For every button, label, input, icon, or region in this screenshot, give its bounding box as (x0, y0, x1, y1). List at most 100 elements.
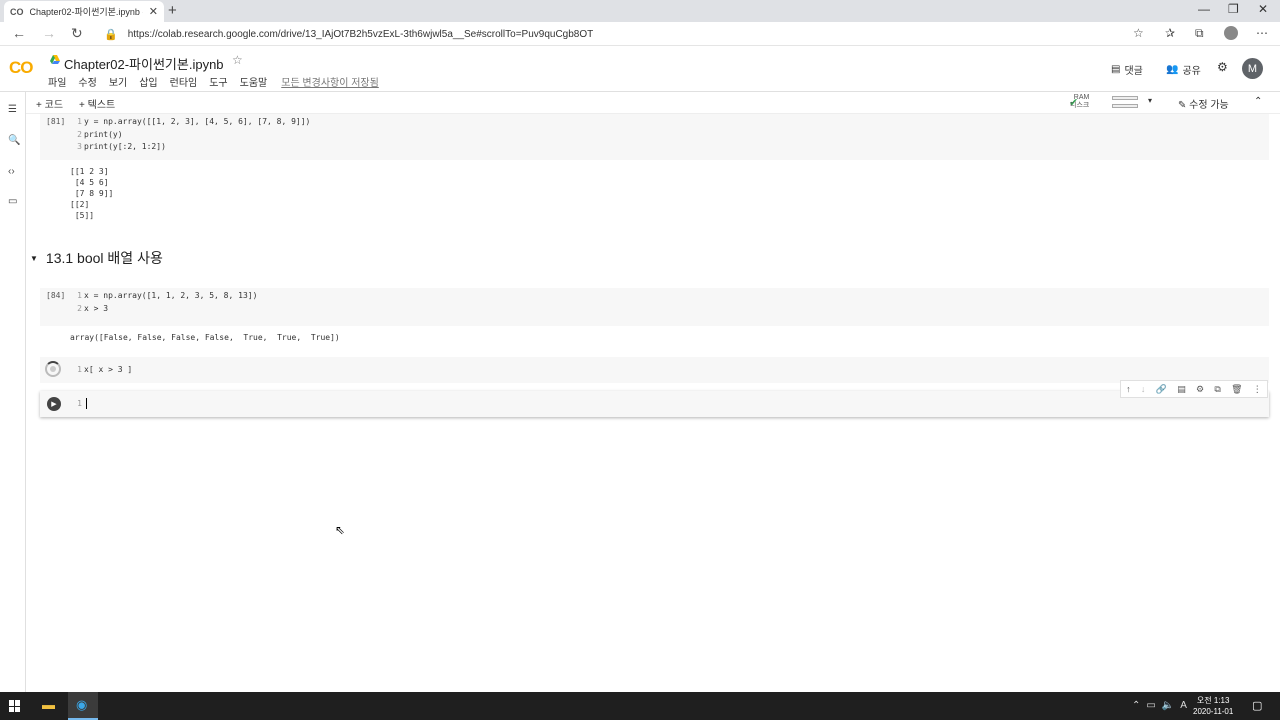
collections-icon[interactable]: ⧉ (1195, 26, 1204, 41)
add-text-button[interactable]: + 텍스트 (79, 96, 115, 111)
code-line: x = np.array([1, 1, 2, 3, 5, 8, 13]) (84, 291, 258, 300)
files-folder-icon[interactable]: ▭ (8, 196, 17, 207)
bookmark-star-icon[interactable]: ☆ (1133, 26, 1144, 40)
table-of-contents-icon[interactable]: ☰ (8, 104, 17, 115)
mouse-cursor-icon: ⇖ (335, 523, 346, 537)
close-tab-icon[interactable]: ✕ (149, 5, 158, 18)
share-people-icon: 👥 (1166, 64, 1179, 75)
share-button[interactable]: 👥 공유 (1166, 62, 1201, 77)
code-snippets-icon[interactable]: ‹› (8, 166, 15, 177)
menu-view[interactable]: 보기 (109, 74, 127, 89)
collapse-header-icon[interactable]: ⌃ (1254, 96, 1262, 107)
file-explorer-icon[interactable]: ▬ (42, 697, 55, 712)
menu-edit[interactable]: 수정 (78, 74, 96, 89)
edit-mode-button[interactable]: ✎ 수정 가능 (1178, 96, 1229, 111)
disk-label: 디스크 (1070, 102, 1090, 109)
code-line: x[ x > 3 ] (84, 365, 133, 374)
section-heading[interactable]: ▼ 13.1 bool 배열 사용 (30, 248, 163, 268)
forward-icon[interactable]: → (42, 25, 56, 41)
mirror-cell-icon[interactable]: ⧉ (1214, 384, 1220, 395)
comment-icon: ▤ (1111, 64, 1121, 75)
url-text: https://colab.research.google.com/drive/… (127, 28, 594, 40)
text-cursor (86, 398, 87, 409)
minimize-icon[interactable]: — (1198, 2, 1210, 16)
account-avatar[interactable]: M (1242, 58, 1263, 79)
delete-icon[interactable]: 🗑 (1231, 384, 1242, 395)
windows-taskbar: ▬ ◉ ⌃ ▭ 🔈 A 오전 1:13 2020-11-01 ▢ (0, 692, 1280, 720)
code-line: x > 3 (84, 303, 109, 313)
ram-bar (1112, 96, 1138, 100)
network-icon[interactable]: ▭ (1146, 700, 1155, 711)
left-sidebar: ☰ 🔍 ‹› ▭ (0, 92, 26, 692)
star-icon[interactable]: ☆ (232, 53, 243, 67)
running-spinner-icon[interactable] (45, 361, 61, 377)
browser-menu-icon[interactable]: ⋯ (1256, 26, 1268, 40)
run-cell-button[interactable]: ▶ (47, 397, 61, 411)
move-down-icon[interactable]: ↓ (1141, 384, 1146, 394)
cell-settings-icon[interactable]: ⚙ (1196, 384, 1204, 395)
clock-time: 오전 1:13 (1196, 696, 1230, 705)
windows-start-icon[interactable] (9, 700, 21, 712)
execution-count: [84] (46, 291, 66, 300)
menu-file[interactable]: 파일 (48, 74, 66, 89)
code-cell[interactable]: 1 x[ x > 3 ] (40, 357, 1269, 383)
browser-tabbar: CO Chapter02-파이썬기본.ipynb - C ✕ + — ❐ ✕ (0, 0, 1280, 22)
notebook-title[interactable]: Chapter02-파이썬기본.ipynb (64, 54, 224, 73)
resource-dropdown-icon[interactable]: ▾ (1148, 96, 1152, 105)
link-icon[interactable]: 🔗 (1156, 384, 1167, 395)
comment-icon[interactable]: ▤ (1177, 384, 1186, 395)
colab-header: CO Chapter02-파이썬기본.ipynb ☆ 파일 수정 보기 삽입 런… (0, 46, 1280, 92)
volume-icon[interactable]: 🔈 (1162, 700, 1174, 711)
browser-tab[interactable]: CO Chapter02-파이썬기본.ipynb - C ✕ (4, 1, 164, 22)
cell-output: array([False, False, False, False, True,… (70, 333, 340, 342)
heading-text: 13.1 bool 배열 사용 (45, 250, 163, 266)
menu-bar: 파일 수정 보기 삽입 런타임 도구 도움말 모든 변경사항이 저장됨 (48, 74, 379, 89)
share-label: 공유 (1182, 66, 1201, 77)
notebook-toolbar: + 코드 + 텍스트 ✔ RAM 디스크 ▾ ✎ 수정 가능 ⌃ (26, 92, 1280, 114)
favorites-icon[interactable]: ✰ (1165, 26, 1175, 40)
code-editor[interactable]: 1x = np.array([1, 1, 2, 3, 5, 8, 13]) 2x… (74, 290, 257, 315)
code-editor[interactable]: 1y = np.array([[1, 2, 3], [4, 5, 6], [7,… (74, 116, 310, 154)
code-cell[interactable]: [84] 1x = np.array([1, 1, 2, 3, 5, 8, 13… (40, 288, 1269, 326)
ime-indicator[interactable]: A (1180, 700, 1187, 711)
add-code-button[interactable]: + 코드 (36, 96, 63, 111)
move-up-icon[interactable]: ↑ (1126, 384, 1131, 394)
disk-bar (1112, 104, 1138, 108)
ram-label: RAM (1073, 94, 1090, 101)
settings-gear-icon[interactable]: ⚙ (1217, 60, 1228, 74)
menu-runtime[interactable]: 런타임 (170, 74, 198, 89)
tab-title: Chapter02-파이썬기본.ipynb - C (29, 7, 143, 17)
address-bar: ← → ↻ 🔒 https://colab.research.google.co… (0, 22, 1280, 46)
resource-monitor[interactable]: RAM 디스크 (1070, 94, 1089, 110)
saved-status[interactable]: 모든 변경사항이 저장됨 (281, 74, 379, 89)
window-close-icon[interactable]: ✕ (1258, 2, 1268, 16)
edit-mode-label: 수정 가능 (1189, 100, 1229, 111)
restore-icon[interactable]: ❐ (1228, 2, 1239, 16)
comment-label: 댓글 (1124, 66, 1143, 77)
more-options-icon[interactable]: ⋮ (1253, 384, 1262, 395)
code-cell-active[interactable]: ▶ 1 (40, 391, 1269, 417)
menu-tools[interactable]: 도구 (209, 74, 227, 89)
code-editor[interactable]: 1 (74, 398, 87, 411)
profile-icon[interactable] (1224, 26, 1238, 40)
comment-button[interactable]: ▤ 댓글 (1111, 62, 1143, 77)
search-icon[interactable]: 🔍 (8, 135, 20, 146)
taskbar-clock[interactable]: 오전 1:13 2020-11-01 (1193, 695, 1233, 717)
collapse-caret-icon[interactable]: ▼ (30, 254, 38, 263)
tray-chevron-icon[interactable]: ⌃ (1132, 700, 1140, 711)
code-editor[interactable]: 1 x[ x > 3 ] (74, 364, 132, 377)
colab-logo[interactable]: CO (9, 58, 33, 78)
cell-output: [[1 2 3] [4 5 6] [7 8 9]] [[2] [5]] (70, 167, 114, 220)
menu-insert[interactable]: 삽입 (139, 74, 157, 89)
code-line: y = np.array([[1, 2, 3], [4, 5, 6], [7, … (84, 117, 311, 126)
notification-icon[interactable]: ▢ (1252, 699, 1262, 712)
menu-help[interactable]: 도움말 (240, 74, 268, 89)
cell-toolbar: ↑ ↓ 🔗 ▤ ⚙ ⧉ 🗑 ⋮ (1120, 380, 1268, 398)
code-cell[interactable]: [81] 1y = np.array([[1, 2, 3], [4, 5, 6]… (40, 114, 1269, 160)
url-field[interactable]: 🔒 https://colab.research.google.com/driv… (100, 24, 1160, 44)
colab-favicon-icon: CO (10, 6, 24, 17)
notebook-area: [81] 1y = np.array([[1, 2, 3], [4, 5, 6]… (26, 114, 1280, 692)
new-tab-button[interactable]: + (168, 2, 177, 19)
reload-icon[interactable]: ↻ (71, 25, 83, 42)
back-icon[interactable]: ← (12, 25, 26, 41)
